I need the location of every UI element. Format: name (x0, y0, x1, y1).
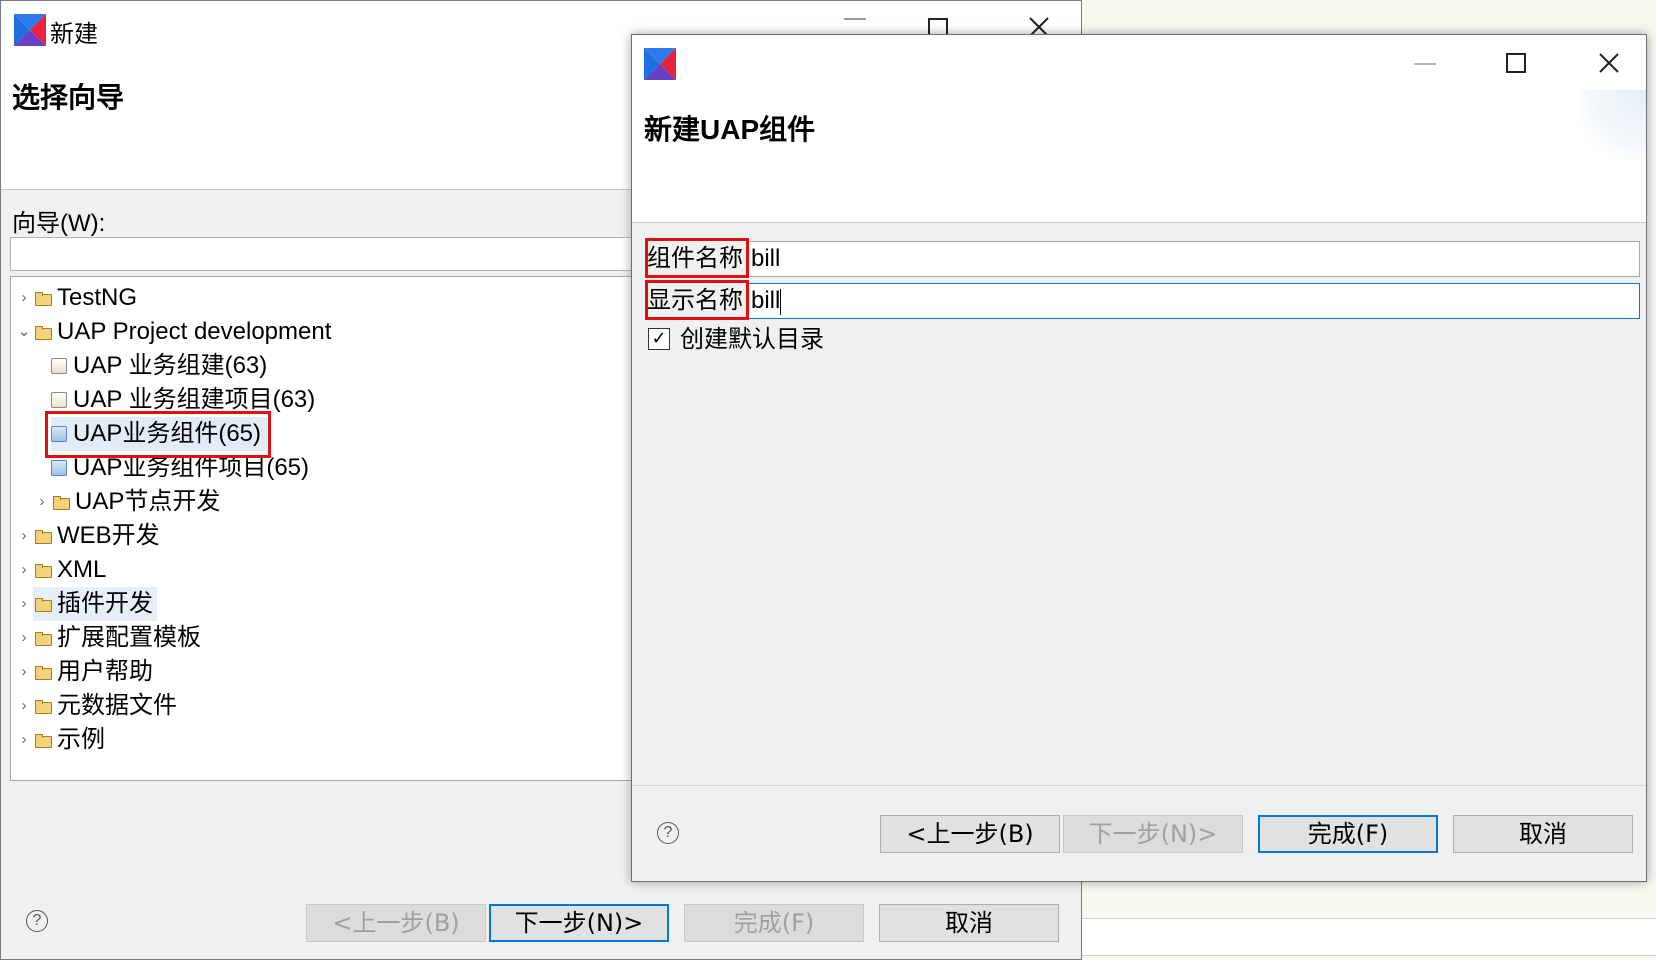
tree-item-examples[interactable]: › 示例 (15, 723, 106, 757)
component-icon (51, 460, 67, 476)
tree-item-uap-node-development[interactable]: › UAP节点开发 (33, 485, 221, 519)
folder-icon (35, 598, 52, 612)
cancel-button[interactable]: 取消 (1453, 815, 1633, 853)
maximize-icon[interactable] (1506, 53, 1526, 73)
back-button[interactable]: <上一步(B) (306, 904, 486, 942)
next-button[interactable]: 下一步(N)> (1063, 815, 1243, 853)
folder-icon (53, 496, 70, 510)
tree-item-uap-business-build[interactable]: UAP 业务组建(63) (51, 349, 267, 383)
next-button[interactable]: 下一步(N)> (489, 904, 669, 942)
window-title: 新建 (50, 21, 98, 48)
minimize-icon[interactable] (844, 14, 866, 20)
expand-chevron-icon[interactable]: › (15, 281, 33, 315)
tree-item-xml[interactable]: › XML (15, 553, 107, 587)
header-banner-graphic (1580, 90, 1646, 160)
folder-icon (35, 530, 52, 544)
folder-icon (35, 734, 52, 748)
close-icon[interactable] (1598, 52, 1620, 74)
tree-item-label: UAP 业务组建(63) (73, 352, 268, 379)
display-name-value: bill (751, 287, 781, 314)
tree-item-label: 用户帮助 (57, 658, 153, 685)
tree-item-testng[interactable]: › TestNG (15, 281, 138, 315)
tree-item-plugin-development[interactable]: › 插件开发 (15, 587, 157, 621)
text-cursor (780, 288, 782, 315)
minimize-icon[interactable] (1414, 63, 1436, 65)
dialog-heading: 新建UAP组件 (644, 114, 816, 145)
expand-chevron-icon[interactable]: › (15, 689, 33, 723)
component-icon (51, 358, 67, 374)
expand-chevron-icon[interactable]: › (15, 553, 33, 587)
checkbox-check-icon: ✓ (651, 328, 667, 348)
tree-item-label: UAP Project development (57, 318, 332, 345)
footer-separator (632, 785, 1646, 786)
wizard-heading: 选择向导 (12, 82, 125, 113)
finish-button[interactable]: 完成(F) (1258, 815, 1438, 853)
expand-chevron-icon[interactable]: › (15, 587, 33, 621)
expand-chevron-icon[interactable]: › (15, 723, 33, 757)
folder-icon (35, 292, 52, 306)
help-icon[interactable]: ? (26, 910, 48, 932)
folder-icon (35, 326, 52, 340)
component-name-input[interactable]: bill (748, 241, 1640, 277)
tree-item-label: 扩展配置模板 (57, 624, 201, 651)
folder-icon (35, 700, 52, 714)
tree-item-metadata-file[interactable]: › 元数据文件 (15, 689, 178, 723)
wizard-filter-label: 向导(W): (12, 210, 106, 237)
cancel-button[interactable]: 取消 (879, 904, 1059, 942)
back-button[interactable]: <上一步(B) (880, 815, 1060, 853)
tree-item-uap-project-development[interactable]: ⌄ UAP Project development (15, 315, 332, 349)
tree-item-extension-config-template[interactable]: › 扩展配置模板 (15, 621, 202, 655)
folder-icon (35, 564, 52, 578)
background-input-area (1082, 918, 1656, 956)
create-default-dir-label: 创建默认目录 (680, 326, 824, 353)
create-default-dir-checkbox[interactable]: ✓ (648, 328, 670, 350)
tree-item-label: 元数据文件 (57, 692, 177, 719)
tree-item-label: WEB开发 (57, 522, 160, 549)
tree-item-label: 示例 (57, 726, 105, 753)
finish-button[interactable]: 完成(F) (684, 904, 864, 942)
tree-item-label: 插件开发 (57, 590, 153, 617)
component-icon (51, 392, 67, 408)
highlight-annotation (645, 280, 749, 320)
expand-chevron-icon[interactable]: › (33, 485, 51, 519)
tree-item-label: TestNG (57, 284, 138, 311)
folder-icon (35, 666, 52, 680)
collapse-chevron-icon[interactable]: ⌄ (15, 315, 33, 349)
highlight-annotation (645, 238, 749, 278)
app-logo-icon (14, 14, 46, 46)
expand-chevron-icon[interactable]: › (15, 621, 33, 655)
help-icon[interactable]: ? (657, 822, 679, 844)
tree-item-user-help[interactable]: › 用户帮助 (15, 655, 154, 689)
app-logo-icon (644, 48, 676, 80)
display-name-input[interactable]: bill (748, 283, 1640, 319)
expand-chevron-icon[interactable]: › (15, 655, 33, 689)
tree-item-web-development[interactable]: › WEB开发 (15, 519, 160, 553)
tree-item-label: XML (57, 556, 107, 583)
expand-chevron-icon[interactable]: › (15, 519, 33, 553)
tree-item-label: UAP节点开发 (75, 488, 221, 515)
highlight-annotation (45, 411, 271, 458)
folder-icon (35, 632, 52, 646)
header-separator (632, 222, 1646, 223)
